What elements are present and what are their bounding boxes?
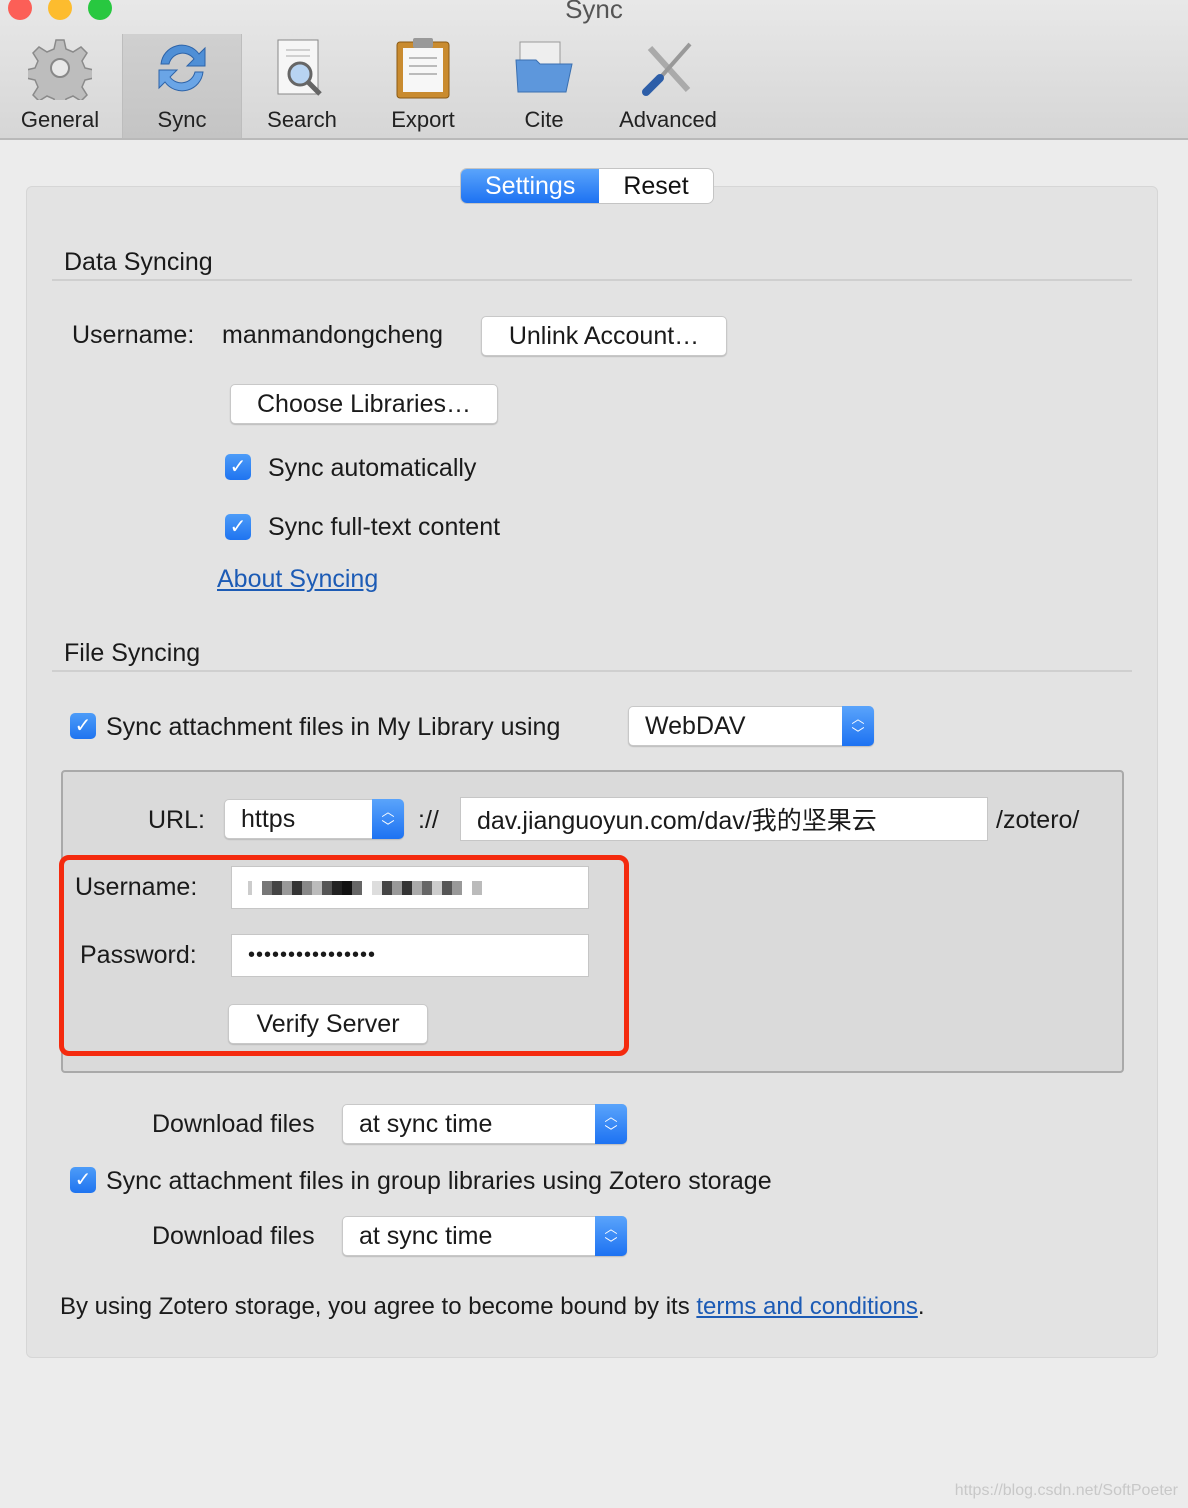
chevron-updown-icon: ︿ ﹀ [372, 799, 404, 839]
chevron-updown-icon: ︿ ﹀ [595, 1216, 627, 1256]
group-sync-checkbox[interactable]: ✓ [70, 1167, 96, 1193]
chevron-updown-icon: ︿ ﹀ [842, 706, 874, 746]
group-download-files-select[interactable]: at sync time ︿ ﹀ [342, 1216, 627, 1256]
group-sync-label: Sync attachment files in group libraries… [106, 1167, 772, 1195]
url-input[interactable]: dav.jianguoyun.com/dav/我的坚果云 [460, 797, 988, 841]
chevron-updown-icon: ︿ ﹀ [595, 1104, 627, 1144]
tools-icon [608, 34, 728, 102]
unlink-account-button[interactable]: Unlink Account… [481, 316, 727, 356]
divider [52, 279, 1132, 281]
group-download-files-label: Download files [152, 1222, 315, 1250]
window-toolbar: Sync General Sync Search Export Cite Adv… [0, 0, 1188, 140]
sync-attachments-checkbox[interactable]: ✓ [70, 713, 96, 739]
about-syncing-link[interactable]: About Syncing [217, 565, 378, 594]
data-syncing-header: Data Syncing [64, 248, 213, 276]
file-syncing-header: File Syncing [64, 639, 201, 667]
url-label: URL: [148, 806, 205, 834]
tab-reset[interactable]: Reset [599, 169, 713, 203]
storage-method-select[interactable]: WebDAV ︿ ﹀ [628, 706, 874, 746]
url-suffix: /zotero/ [996, 806, 1080, 834]
username-value: manmandongcheng [222, 321, 443, 349]
download-files-select[interactable]: at sync time ︿ ﹀ [342, 1104, 627, 1144]
terms-text: By using Zotero storage, you agree to be… [60, 1293, 925, 1320]
terms-link[interactable]: terms and conditions [696, 1293, 917, 1320]
sync-icon [123, 34, 241, 102]
highlight-annotation [59, 855, 629, 1056]
toolbar-cite[interactable]: Cite [484, 34, 604, 138]
toolbar-advanced[interactable]: Advanced [608, 34, 728, 138]
watermark: https://blog.csdn.net/SoftPoeter [954, 1482, 1178, 1499]
tab-switcher: Settings Reset [461, 169, 713, 203]
folder-icon [484, 34, 604, 102]
search-icon [242, 34, 362, 102]
sync-fulltext-checkbox[interactable]: ✓ [225, 514, 251, 540]
clipboard-icon [363, 34, 483, 102]
gear-icon [0, 34, 120, 102]
choose-libraries-button[interactable]: Choose Libraries… [230, 384, 498, 424]
url-separator: :// [418, 806, 439, 834]
sync-automatically-checkbox[interactable]: ✓ [225, 454, 251, 480]
tab-settings[interactable]: Settings [461, 169, 600, 203]
username-label: Username: [72, 321, 195, 349]
sync-fulltext-label: Sync full-text content [268, 513, 501, 541]
toolbar-sync[interactable]: Sync [122, 34, 242, 138]
sync-attachments-label: Sync attachment files in My Library usin… [106, 713, 561, 741]
window-title: Sync [565, 0, 623, 24]
protocol-select[interactable]: https ︿ ﹀ [224, 799, 404, 839]
divider [52, 670, 1132, 672]
toolbar-export[interactable]: Export [363, 34, 483, 138]
download-files-label: Download files [152, 1110, 315, 1138]
sync-automatically-label: Sync automatically [268, 454, 477, 482]
toolbar-general[interactable]: General [0, 34, 120, 138]
toolbar-search[interactable]: Search [242, 34, 362, 138]
